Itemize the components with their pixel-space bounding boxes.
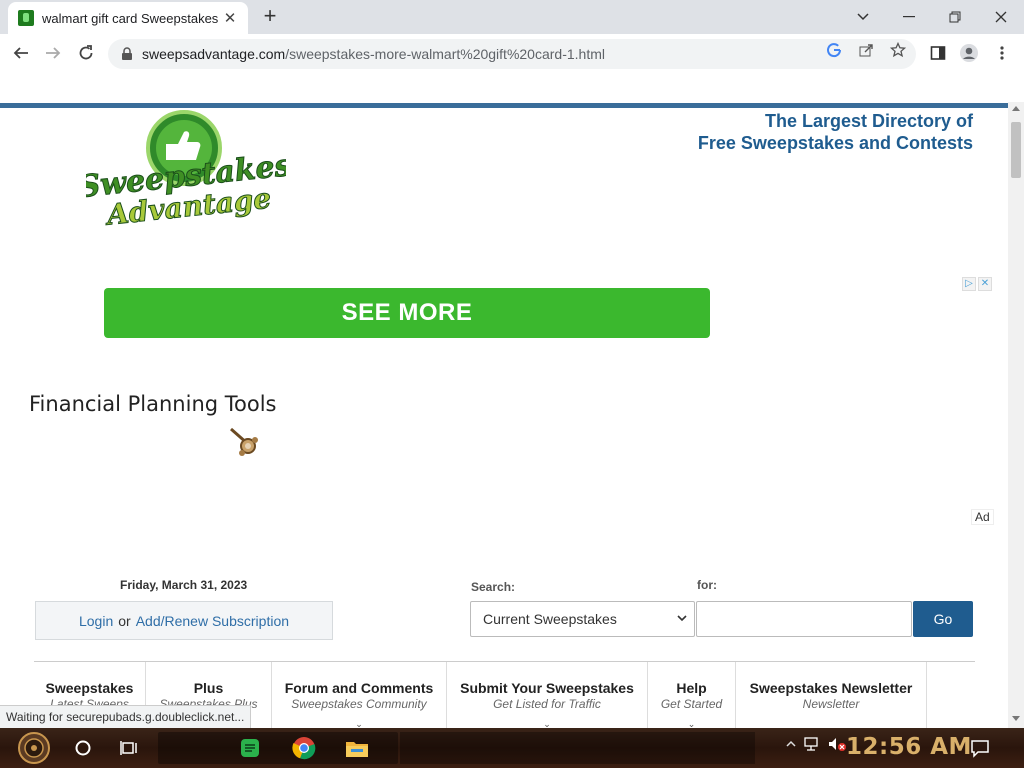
login-box: Login or Add/Renew Subscription <box>35 601 333 640</box>
address-bar[interactable]: sweepsadvantage.com/sweepstakes-more-wal… <box>108 39 916 69</box>
scroll-up-icon[interactable] <box>1012 106 1020 111</box>
scroll-thumb[interactable] <box>1011 122 1021 178</box>
search-icon[interactable] <box>63 732 103 764</box>
for-label: for: <box>697 578 717 592</box>
site-tagline: The Largest Directory of Free Sweepstake… <box>697 111 973 153</box>
bookmark-star-icon[interactable] <box>890 42 906 58</box>
go-button[interactable]: Go <box>913 601 973 637</box>
ad-label[interactable]: Ad <box>971 509 994 525</box>
notes-app-icon[interactable] <box>230 732 270 764</box>
ad-close-icon[interactable]: ✕ <box>978 277 992 291</box>
chevron-down-icon: ⌄ <box>543 719 551 728</box>
adchoices-controls[interactable]: ▷ ✕ <box>962 277 992 291</box>
url-text: sweepsadvantage.com/sweepstakes-more-wal… <box>142 46 605 62</box>
taskbar-background-strip <box>400 732 755 764</box>
adchoices-icon[interactable]: ▷ <box>962 277 976 291</box>
subscribe-link[interactable]: Add/Renew Subscription <box>136 613 289 629</box>
web-page: Sweepstakes Advantage The Largest Direct… <box>0 72 1008 728</box>
google-translate-icon[interactable] <box>826 42 842 58</box>
browser-toolbar: sweepsadvantage.com/sweepstakes-more-wal… <box>0 34 1024 72</box>
see-more-button[interactable]: SEE MORE <box>104 288 710 338</box>
notifications-icon[interactable] <box>970 738 990 758</box>
site-favicon-icon <box>18 10 34 26</box>
side-panel-icon[interactable] <box>927 42 949 64</box>
ad-title[interactable]: Financial Planning Tools <box>29 392 277 416</box>
tray-overflow-icon[interactable] <box>785 738 797 750</box>
taskbar-clock[interactable]: 12:56 AM <box>846 734 972 760</box>
site-logo[interactable]: Sweepstakes Advantage <box>76 108 294 232</box>
start-button[interactable] <box>10 730 58 766</box>
status-bar: Waiting for securepubads.g.doubleclick.n… <box>0 705 252 728</box>
tab-close-icon[interactable]: ✕ <box>222 9 238 27</box>
browser-tab[interactable]: walmart gift card Sweepstakes ✕ <box>8 2 248 34</box>
login-link[interactable]: Login <box>79 613 113 629</box>
restore-button[interactable] <box>932 4 978 30</box>
search-label: Search: <box>471 580 516 594</box>
scroll-down-icon[interactable] <box>1012 716 1020 721</box>
task-view-icon[interactable] <box>110 732 150 764</box>
new-tab-button[interactable]: + <box>258 5 282 29</box>
close-window-button[interactable] <box>978 4 1024 30</box>
chevron-down-icon: ⌄ <box>687 719 696 728</box>
lock-icon[interactable] <box>120 47 134 61</box>
tab-search-chevron-icon[interactable] <box>840 4 886 30</box>
chevron-down-icon <box>677 615 687 622</box>
network-icon[interactable] <box>803 736 821 752</box>
browser-menu-icon[interactable] <box>991 42 1013 64</box>
tab-strip: walmart gift card Sweepstakes ✕ + <box>0 0 1024 34</box>
nav-item-newsletter[interactable]: Sweepstakes Newsletter Newsletter <box>736 662 927 728</box>
reload-button[interactable] <box>73 40 99 66</box>
chevron-down-icon: ⌄ <box>355 719 363 728</box>
nav-item-help[interactable]: Help Get Started ⌄ <box>648 662 736 728</box>
chrome-icon[interactable] <box>284 732 324 764</box>
system-tray <box>785 736 847 752</box>
taskbar: 12:56 AM <box>0 728 1024 768</box>
current-date: Friday, March 31, 2023 <box>120 578 248 592</box>
back-button[interactable] <box>8 40 34 66</box>
profile-avatar-icon[interactable] <box>958 42 980 64</box>
search-category-select[interactable]: Current Sweepstakes <box>470 601 695 637</box>
page-scrollbar[interactable] <box>1008 102 1024 728</box>
nav-item-forum[interactable]: Forum and Comments Sweepstakes Community… <box>272 662 447 728</box>
forward-button[interactable] <box>40 40 66 66</box>
minimize-button[interactable] <box>886 4 932 30</box>
volume-muted-icon[interactable] <box>827 736 847 752</box>
file-explorer-icon[interactable] <box>337 732 377 764</box>
nav-item-submit[interactable]: Submit Your Sweepstakes Get Listed for T… <box>447 662 648 728</box>
tab-title: walmart gift card Sweepstakes <box>42 10 219 26</box>
search-input[interactable] <box>696 601 912 637</box>
ad-jewelry-image[interactable] <box>228 426 262 460</box>
share-icon[interactable] <box>858 42 874 58</box>
